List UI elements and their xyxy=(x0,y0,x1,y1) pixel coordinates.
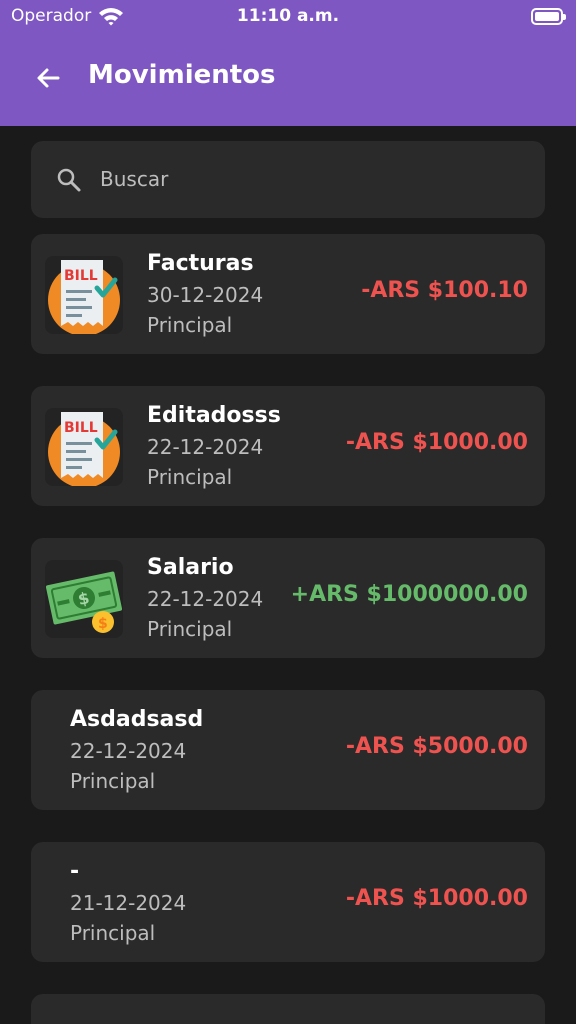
svg-text:BILL: BILL xyxy=(64,268,98,284)
movement-card[interactable]: $ $ Salario 22-12-2024 Principal +ARS $1… xyxy=(31,538,545,658)
status-time: 11:10 a.m. xyxy=(236,6,340,26)
movement-date: 30-12-2024 xyxy=(147,283,264,307)
svg-text:BILL: BILL xyxy=(64,420,98,436)
movement-date: 21-12-2024 xyxy=(70,891,187,915)
movement-account: Principal xyxy=(70,769,156,793)
movement-account: Principal xyxy=(147,465,233,489)
movement-account: Principal xyxy=(147,617,233,641)
bill-icon: BILL xyxy=(45,408,123,486)
movement-card-partial[interactable] xyxy=(31,994,545,1024)
movement-title: Facturas xyxy=(147,251,254,276)
movement-date: 22-12-2024 xyxy=(147,435,264,459)
movement-amount: -ARS $1000.00 xyxy=(345,430,528,455)
movement-card[interactable]: BILL Editadosss 22-12-2024 Principal -AR… xyxy=(31,386,545,506)
movement-title: Salario xyxy=(147,555,234,580)
movement-date: 22-12-2024 xyxy=(147,587,264,611)
movement-account: Principal xyxy=(70,921,156,945)
movement-amount: -ARS $1000.00 xyxy=(345,886,528,911)
page-title: Movimientos xyxy=(88,60,276,90)
money-icon: $ $ xyxy=(45,560,123,638)
movement-amount: -ARS $5000.00 xyxy=(345,734,528,759)
movement-title: Asdadsasd xyxy=(70,707,204,732)
bill-icon: BILL xyxy=(45,256,123,334)
movement-amount: -ARS $100.10 xyxy=(361,278,528,303)
search-placeholder: Buscar xyxy=(100,167,169,191)
movement-card[interactable]: Asdadsasd 22-12-2024 Principal -ARS $500… xyxy=(31,690,545,810)
svg-text:$: $ xyxy=(98,616,108,632)
movement-title: - xyxy=(70,859,80,884)
movement-card[interactable]: BILL Facturas 30-12-2024 Principal -ARS … xyxy=(31,234,545,354)
movement-account: Principal xyxy=(147,313,233,337)
search-icon xyxy=(57,168,81,192)
movement-title: Editadosss xyxy=(147,403,281,428)
search-input[interactable]: Buscar xyxy=(31,141,545,218)
movement-card[interactable]: - 21-12-2024 Principal -ARS $1000.00 xyxy=(31,842,545,962)
back-arrow-icon[interactable] xyxy=(32,62,64,94)
status-bar: Operador 11:10 a.m. xyxy=(0,0,576,34)
app-bar: Operador 11:10 a.m. Movimientos xyxy=(0,0,576,126)
battery-icon xyxy=(531,8,566,25)
movement-date: 22-12-2024 xyxy=(70,739,187,763)
movement-amount: +ARS $1000000.00 xyxy=(290,582,528,607)
